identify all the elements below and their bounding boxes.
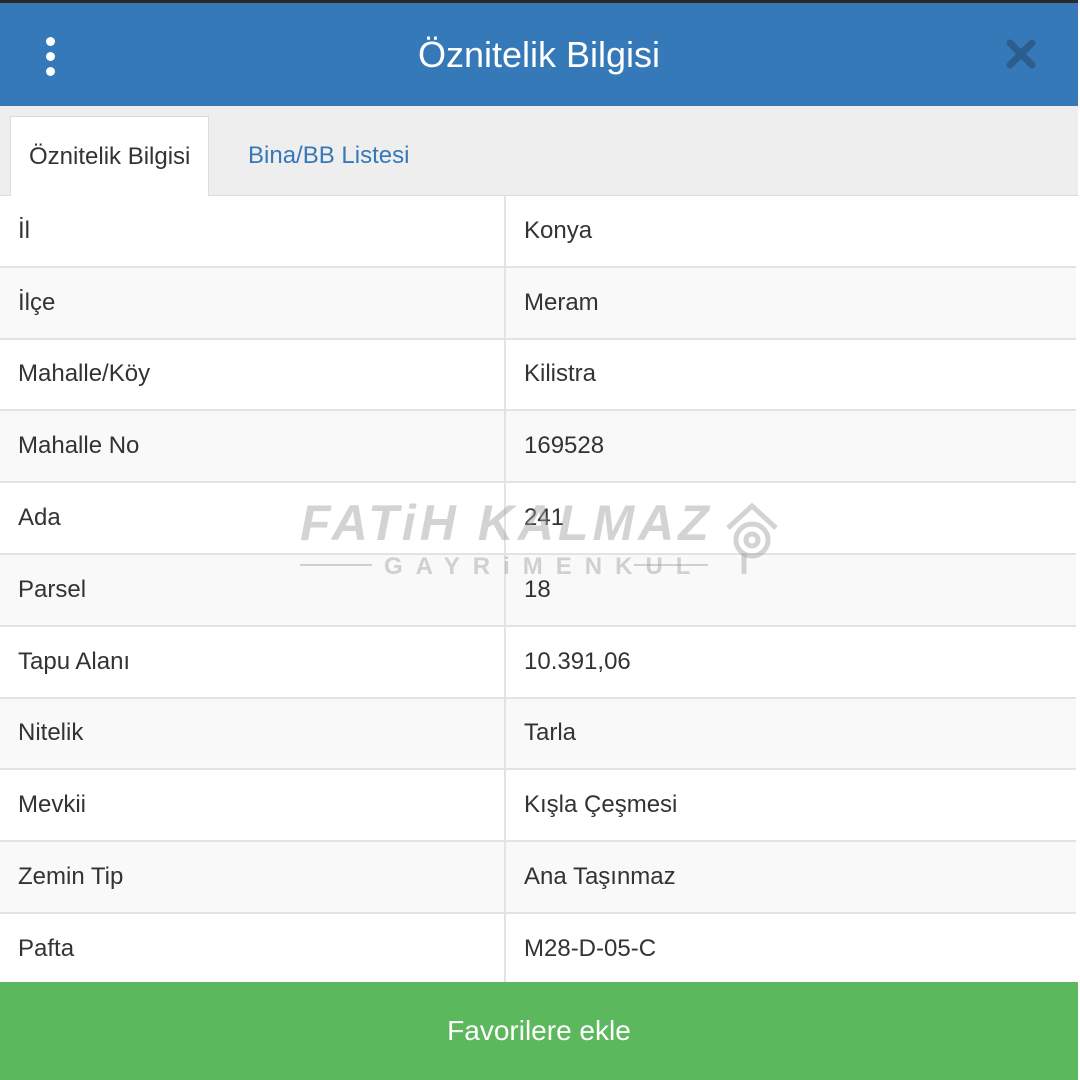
row-label: İlçe: [0, 267, 506, 338]
row-label: Pafta: [0, 913, 506, 984]
row-label: Zemin Tip: [0, 842, 506, 912]
row-value: Kilistra: [524, 360, 597, 388]
row-label: Mahalle No: [0, 411, 506, 482]
row-label: Nitelik: [0, 698, 506, 769]
row-label: Tapu Alanı: [0, 626, 506, 697]
row-value: Kışla Çeşmesi: [524, 791, 678, 819]
row-value: 18: [524, 575, 551, 603]
row-label: Ada: [0, 483, 506, 553]
table-row: Tapu Alanı 10.391,06: [0, 626, 1076, 699]
table-row: Ada 241: [0, 483, 1076, 555]
row-label: Mahalle/Köy: [0, 339, 506, 410]
table-row: Parsel 18: [0, 554, 1076, 627]
tab-bar: Öznitelik Bilgisi Bina/BB Listesi: [0, 106, 1078, 197]
table-row: İlçe Meram: [0, 267, 1076, 340]
add-to-favorites-button[interactable]: Favorilere ekle: [0, 982, 1078, 1080]
row-value: Tarla: [524, 719, 577, 747]
attribute-info-panel: Öznitelik Bilgisi Öznitelik Bilgisi Bina…: [0, 0, 1080, 1080]
row-value: 169528: [524, 432, 605, 460]
table-row: Pafta M28-D-05-C: [0, 913, 1076, 986]
row-value: Meram: [524, 288, 599, 316]
table-row: Mahalle No 169528: [0, 411, 1076, 484]
table-row: Nitelik Tarla: [0, 698, 1076, 771]
row-value: M28-D-05-C: [524, 934, 657, 962]
tab-attribute-info[interactable]: Öznitelik Bilgisi: [10, 116, 210, 197]
panel-header: Öznitelik Bilgisi: [0, 0, 1078, 106]
table-row: İl Konya: [0, 196, 1076, 268]
close-icon[interactable]: [1004, 37, 1038, 71]
row-value: 10.391,06: [524, 647, 631, 675]
attribute-table: İl Konya İlçe Meram Mahalle/Köy Kilistra…: [0, 196, 1076, 986]
table-row: Mevkii Kışla Çeşmesi: [0, 770, 1076, 843]
row-label: Parsel: [0, 554, 506, 625]
row-value: Konya: [524, 216, 593, 244]
row-value: 241: [524, 504, 565, 532]
panel-title: Öznitelik Bilgisi: [417, 34, 661, 75]
row-label: Mevkii: [0, 770, 506, 841]
table-row: Mahalle/Köy Kilistra: [0, 339, 1076, 412]
row-value: Ana Taşınmaz: [524, 863, 676, 891]
tab-building-list[interactable]: Bina/BB Listesi: [230, 116, 427, 196]
table-row: Zemin Tip Ana Taşınmaz: [0, 842, 1076, 914]
row-label: İl: [0, 196, 506, 266]
